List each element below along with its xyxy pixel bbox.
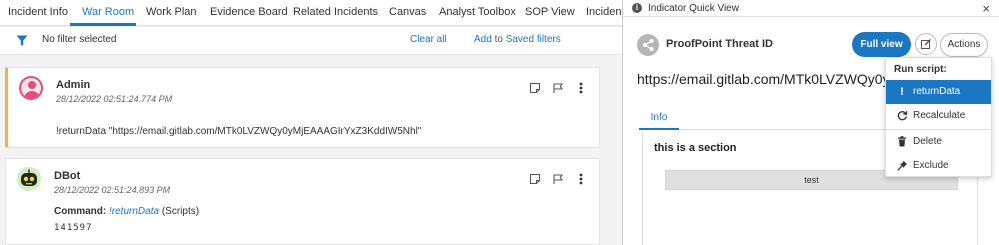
entry-toolbar [521,173,587,185]
active-tab-indicator [70,23,136,26]
tab-work-plan[interactable]: Work Plan [146,0,197,26]
exclamation-icon: ! [900,86,904,98]
panel-header: i Indicator Quick View × [623,0,999,17]
entry-timestamp: 28/12/2022 02:51:24.893 PM [54,185,171,195]
war-room-entry-admin: Admin 28/12/2022 02:51:24.774 PM !return… [5,67,600,148]
add-filter-link[interactable]: Add [474,34,492,45]
command-line: Command: !returnData (Scripts) [54,206,199,217]
more-vertical-icon[interactable] [575,82,587,94]
tab-analyst-toolbox[interactable]: Analyst Toolbox [439,0,516,26]
entry-toolbar [521,82,587,94]
edit-icon [921,39,931,49]
tab-canvas[interactable]: Canvas [389,0,426,26]
run-script-label: Run script: [894,64,947,75]
admin-avatar [19,76,43,100]
note-icon[interactable] [529,173,541,185]
tab-incident-info[interactable]: Incident Info [8,0,68,26]
indicator-name: ProofPoint Threat ID [666,38,773,50]
tab-info[interactable]: Info [639,108,679,130]
full-view-button[interactable]: Full view [852,32,911,57]
menu-item-returndata[interactable]: ! returnData [886,80,991,104]
menu-item-exclude[interactable]: Exclude [886,154,991,178]
edit-button[interactable] [915,33,937,55]
actions-button[interactable]: Actions [940,33,988,57]
flag-icon[interactable] [552,173,564,185]
menu-item-label: Exclude [913,160,949,171]
menu-item-label: Delete [913,136,942,147]
info-icon: i [632,3,642,13]
filter-bar: No filter selected Clear all Add to Save… [0,27,622,55]
menu-item-label: Recalculate [913,110,966,121]
menu-item-delete[interactable]: Delete [886,130,991,154]
entry-user-name: DBot [54,170,81,182]
command-suffix: (Scripts) [161,206,200,217]
flag-icon[interactable] [552,82,564,94]
add-to-text: to [494,34,503,45]
add-to-saved-filters: Add to Saved filters [474,34,561,45]
menu-item-recalculate[interactable]: Recalculate [886,104,991,128]
refresh-icon [896,104,908,130]
tab-sop-view[interactable]: SOP View [525,0,575,26]
command-link[interactable]: !returnData [109,206,159,217]
close-icon[interactable]: × [982,1,990,16]
more-vertical-icon[interactable] [575,173,587,185]
clear-all-link[interactable]: Clear all [410,34,447,45]
saved-filters-link[interactable]: Saved filters [506,34,561,45]
dbot-avatar [17,167,41,191]
filter-status: No filter selected [42,34,117,45]
note-icon[interactable] [529,82,541,94]
entry-user-name: Admin [56,79,91,91]
command-label: Command: [54,206,107,217]
panel-title: Indicator Quick View [648,3,739,14]
entry-message: !returnData "https://email.gitlab.com/MT… [56,126,422,137]
command-output: 141597 [54,223,93,233]
trash-icon [896,130,908,156]
actions-dropdown-menu: Run script: ! returnData Recalculate Del… [885,57,992,177]
pin-icon [896,154,908,180]
tab-evidence-board[interactable]: Evidence Board [210,0,288,26]
filter-icon[interactable] [16,35,28,47]
menu-item-label: returnData [913,86,961,97]
tab-related-incidents[interactable]: Related Incidents [293,0,378,26]
indicator-value: https://email.gitlab.com/MTk0LVZWQy0yMjE… [637,71,887,87]
section-title: this is a section [654,142,737,154]
war-room-entry-dbot: DBot 28/12/2022 02:51:24.893 PM Command:… [5,158,600,245]
entry-timestamp: 28/12/2022 02:51:24.774 PM [56,94,173,104]
indicator-type-icon [637,34,659,56]
